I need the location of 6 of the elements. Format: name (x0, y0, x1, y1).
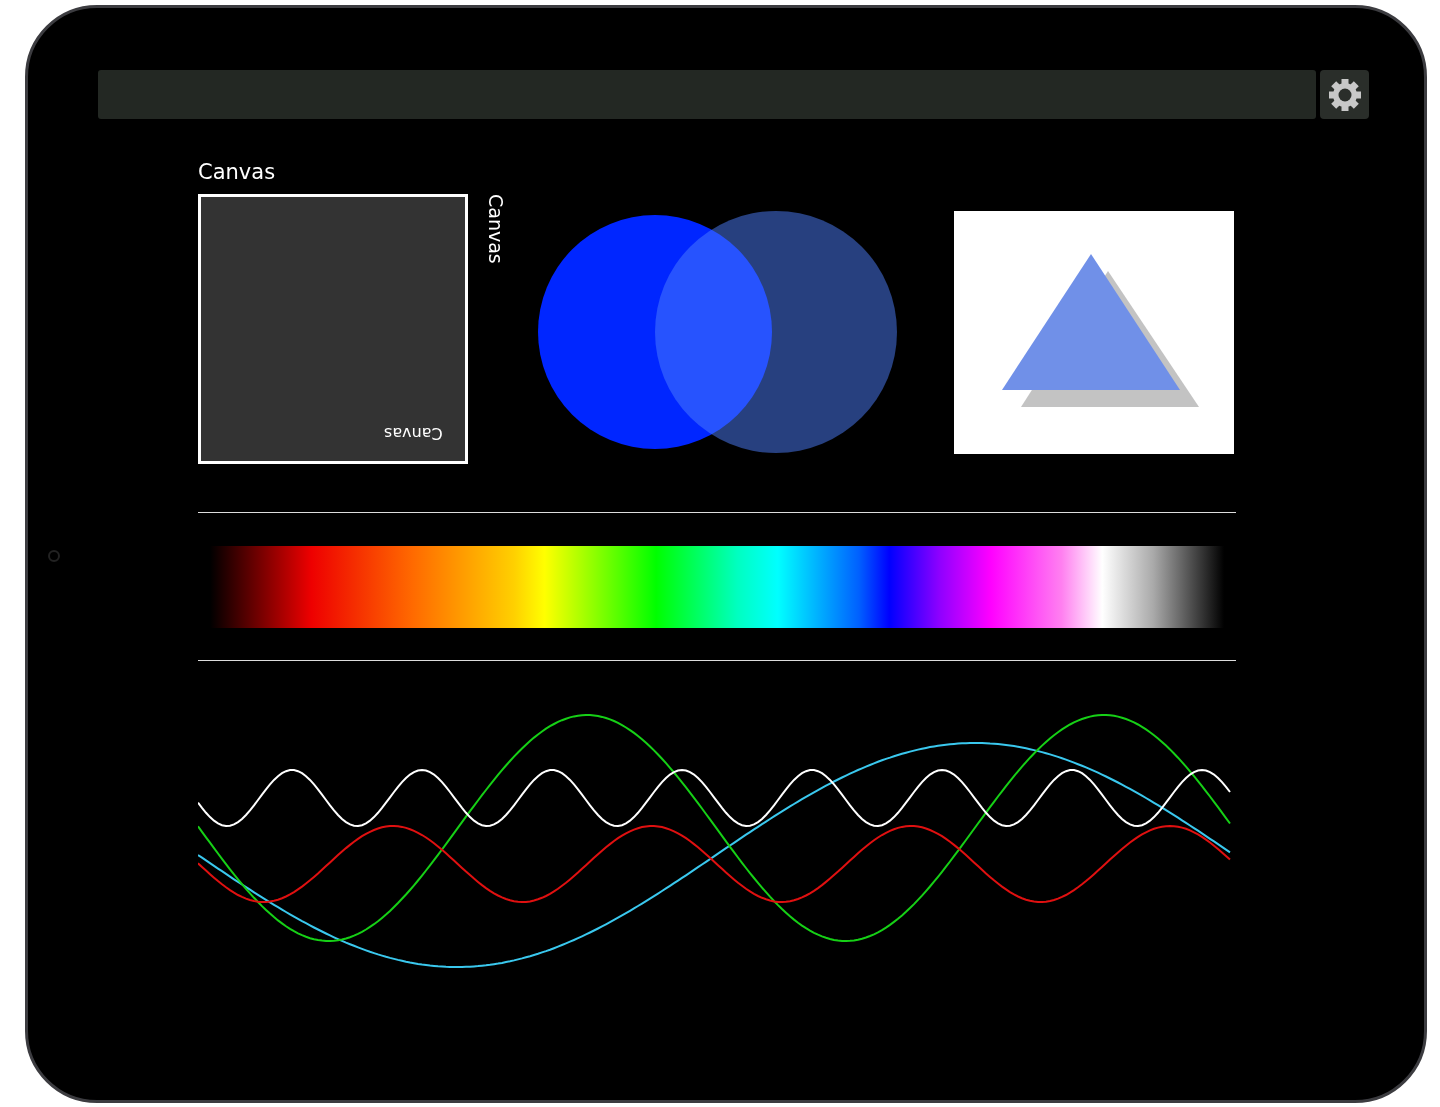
settings-button[interactable] (1320, 70, 1369, 119)
canvas-caption: Canvas (384, 424, 443, 443)
settings-icon (1327, 77, 1362, 112)
camera-dot (48, 550, 60, 562)
vertical-caption: Canvas (485, 194, 507, 264)
canvas-heading: Canvas (198, 159, 277, 185)
